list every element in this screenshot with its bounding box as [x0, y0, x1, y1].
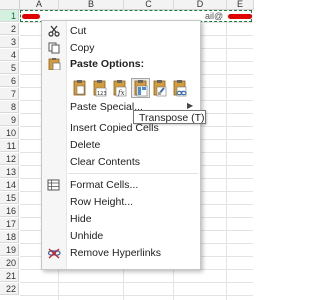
column-header-b[interactable]: B	[59, 0, 124, 10]
redaction-mark	[22, 14, 40, 19]
row-header-18[interactable]: 18	[0, 231, 19, 243]
column-header-a[interactable]: A	[20, 0, 59, 10]
select-all-corner[interactable]	[0, 0, 20, 10]
row-header-15[interactable]: 15	[0, 192, 19, 204]
paste-formatting-icon[interactable]	[151, 79, 168, 97]
row-header-7[interactable]: 7	[0, 88, 19, 100]
row-header-6[interactable]: 6	[0, 75, 19, 87]
menu-item-delete-label: Delete	[70, 139, 101, 151]
row-header-17[interactable]: 17	[0, 218, 19, 230]
paste-options-heading: Paste Options:	[70, 58, 145, 70]
paste-formulas-icon[interactable]: fx	[111, 79, 128, 97]
format-cells-icon	[47, 179, 60, 191]
menu-item-remove-hyperlinks-label: Remove Hyperlinks	[70, 247, 162, 259]
submenu-arrow-icon: ▶	[187, 101, 194, 110]
row-header-11[interactable]: 11	[0, 140, 19, 152]
row-header-19[interactable]: 19	[0, 244, 19, 256]
row-header-10[interactable]: 10	[0, 127, 19, 139]
remove-hyperlink-icon	[47, 248, 61, 259]
row-header-16[interactable]: 16	[0, 205, 19, 217]
transpose-tooltip: Transpose (T)	[133, 110, 206, 124]
menu-item-cut-label: Cut	[70, 25, 87, 37]
context-menu: Cut Copy Paste Options: 123 fx Paste Spe…	[41, 20, 201, 270]
copy-icon	[48, 42, 60, 54]
row-header-13[interactable]: 13	[0, 166, 19, 178]
row-header-4[interactable]: 4	[0, 49, 19, 61]
paste-icon[interactable]	[71, 79, 88, 97]
row-header-3[interactable]: 3	[0, 36, 19, 48]
svg-text:fx: fx	[117, 89, 125, 97]
row-header-9[interactable]: 9	[0, 114, 19, 126]
row-header-2[interactable]: 2	[0, 23, 19, 35]
grid-column-line	[226, 9, 227, 300]
column-header-c[interactable]: C	[124, 0, 174, 10]
paste-transpose-icon[interactable]	[131, 78, 150, 98]
grid-row-line	[20, 282, 253, 283]
menu-item-row-height-label: Row Height...	[70, 196, 134, 208]
scissors-icon	[48, 25, 60, 37]
row-header-14[interactable]: 14	[0, 179, 19, 191]
menu-item-copy-label: Copy	[70, 42, 95, 54]
row-header-22[interactable]: 22	[0, 283, 19, 295]
menu-item-clear-contents-label: Clear Contents	[70, 156, 141, 168]
svg-text:123: 123	[97, 91, 107, 97]
row-header-20[interactable]: 20	[0, 257, 19, 269]
redaction-mark	[228, 14, 252, 19]
menu-separator	[68, 173, 198, 174]
column-header-e[interactable]: E	[227, 0, 254, 10]
clipboard-icon	[48, 58, 61, 70]
column-header-d[interactable]: D	[174, 0, 227, 10]
row-header-1[interactable]: 1	[0, 10, 19, 22]
row-header-21[interactable]: 21	[0, 270, 19, 282]
menu-item-unhide-label: Unhide	[70, 230, 104, 242]
cell-text-fragment: ail@	[205, 11, 224, 21]
row-header-12[interactable]: 12	[0, 153, 19, 165]
paste-link-icon[interactable]	[171, 79, 188, 97]
grid-row-line	[20, 295, 253, 296]
menu-item-format-cells-label: Format Cells...	[70, 179, 139, 191]
menu-item-hide-label: Hide	[70, 213, 92, 225]
row-header-8[interactable]: 8	[0, 101, 19, 113]
row-header-5[interactable]: 5	[0, 62, 19, 74]
paste-values-icon[interactable]: 123	[91, 79, 108, 97]
